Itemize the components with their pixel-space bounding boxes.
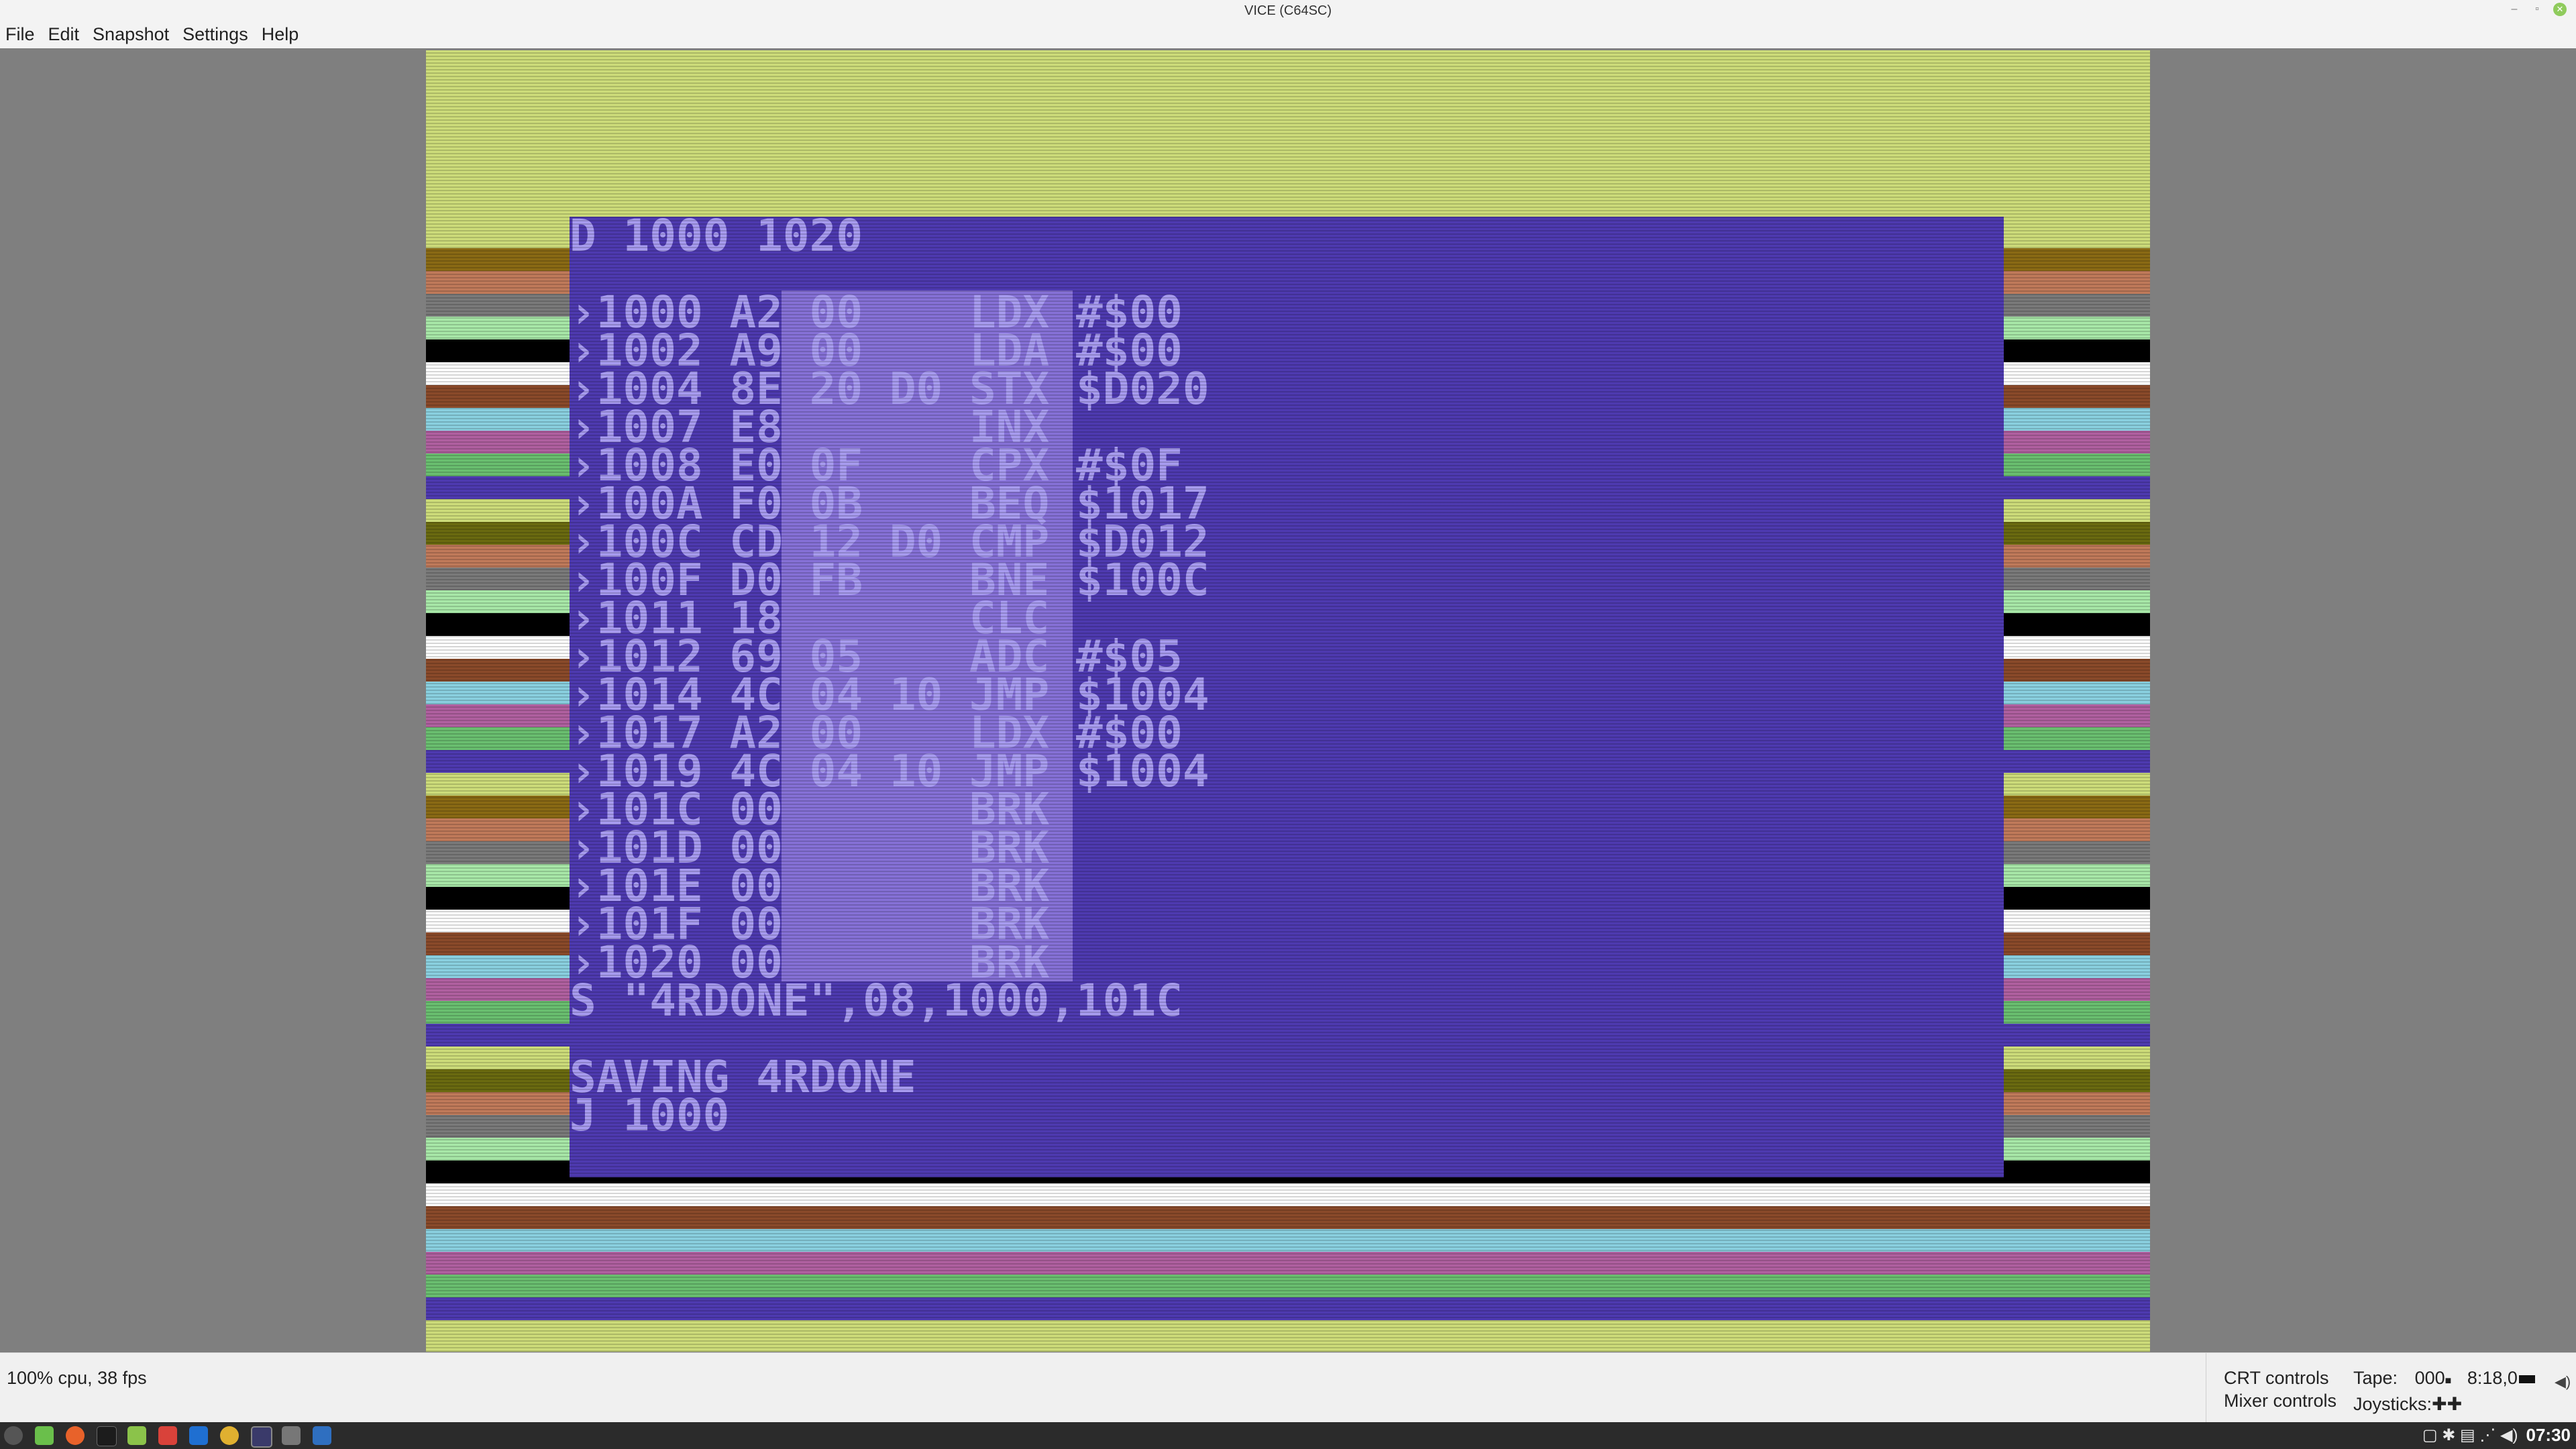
menu-settings[interactable]: Settings <box>182 24 248 45</box>
drive-led-icon <box>2518 1375 2535 1383</box>
c64-text-line: S "4RDONE",08,1000,101C <box>570 975 1183 1026</box>
menu-file[interactable]: File <box>5 24 35 45</box>
vscode-icon[interactable] <box>313 1426 331 1445</box>
raster-bar <box>426 1297 2150 1320</box>
tape-counter: 000 <box>2414 1368 2445 1388</box>
vice-app-icon[interactable] <box>251 1426 272 1448</box>
drive-track: 8:18,0 <box>2467 1368 2518 1388</box>
app-icon-red[interactable] <box>158 1426 177 1445</box>
close-icon[interactable]: ✕ <box>2553 3 2567 16</box>
status-bar: 100% cpu, 38 fps CRT controls Mixer cont… <box>0 1352 2576 1423</box>
terminal-icon[interactable] <box>97 1426 117 1446</box>
joysticks-label: Joysticks: <box>2353 1394 2432 1414</box>
window-title: VICE (C64SC) <box>1244 3 1332 18</box>
c64-screen[interactable]: D 1000 1020 ›1000 A2 00 LDX #$00 ›1002 A9 … <box>426 50 2150 1352</box>
raster-bar <box>426 1229 2150 1252</box>
menu-help[interactable]: Help <box>262 24 299 45</box>
firefox-icon[interactable] <box>66 1426 85 1445</box>
raster-bar <box>426 1320 2150 1343</box>
menu-bar: File Edit Snapshot Settings Help <box>0 20 2576 48</box>
raster-bar <box>426 1275 2150 1297</box>
window-titlebar: VICE (C64SC) – ▫ ✕ <box>0 0 2576 20</box>
c64-text-line: D 1000 1020 <box>570 210 863 262</box>
tray-icons[interactable]: ▢ ✱ ▤ ⋰ ◀) <box>2422 1426 2518 1445</box>
files-icon[interactable] <box>127 1426 146 1445</box>
c64-text-area: D 1000 1020 ›1000 A2 00 LDX #$00 ›1002 A9 … <box>570 210 2004 1177</box>
chrome-icon[interactable] <box>220 1426 239 1445</box>
raster-bar <box>426 1206 2150 1229</box>
controls-links: CRT controls Mixer controls <box>2224 1366 2337 1412</box>
clock: 07:30 <box>2526 1425 2571 1445</box>
menu-edit[interactable]: Edit <box>48 24 80 45</box>
c64-text-lines: D 1000 1020 ›1000 A2 00 LDX #$00 ›1002 A9 … <box>570 210 1210 1138</box>
joystick-icon[interactable]: ✚✚ <box>2432 1394 2462 1414</box>
raster-bar <box>426 1252 2150 1275</box>
start-menu-icon[interactable] <box>4 1426 23 1445</box>
tape-label: Tape: <box>2353 1368 2398 1388</box>
show-desktop-icon[interactable] <box>35 1426 54 1445</box>
tape-stop-icon[interactable]: ■ <box>2445 1375 2452 1387</box>
emulator-viewport[interactable]: D 1000 1020 ›1000 A2 00 LDX #$00 ›1002 A9 … <box>0 48 2576 1352</box>
raster-bar <box>426 1183 2150 1206</box>
cpu-fps-readout: 100% cpu, 38 fps <box>7 1368 147 1388</box>
speaker-icon[interactable]: ◀) <box>2555 1373 2571 1391</box>
taskbar: ▢ ✱ ▤ ⋰ ◀) 07:30 <box>0 1422 2576 1449</box>
window-controls: – ▫ ✕ <box>2508 3 2567 16</box>
mixer-controls-button[interactable]: Mixer controls <box>2224 1389 2337 1412</box>
tape-status: Tape: 000■ 8:18,0 Joysticks:✚✚ <box>2353 1366 2535 1415</box>
minimize-icon[interactable]: – <box>2508 3 2521 16</box>
menu-snapshot[interactable]: Snapshot <box>93 24 169 45</box>
window-list-icon[interactable] <box>282 1426 301 1445</box>
system-tray: ▢ ✱ ▤ ⋰ ◀) 07:30 <box>2422 1425 2571 1446</box>
app-icon-blue[interactable] <box>189 1426 208 1445</box>
maximize-icon[interactable]: ▫ <box>2530 3 2544 16</box>
crt-controls-button[interactable]: CRT controls <box>2224 1366 2337 1389</box>
